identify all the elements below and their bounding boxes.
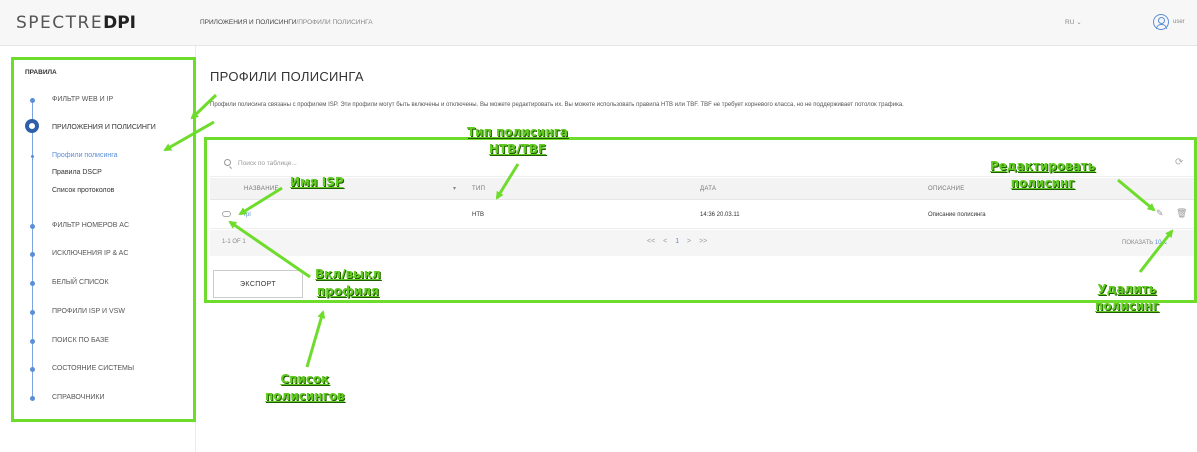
- breadcrumb: ПРИЛОЖЕНИЯ И ПОЛИСИНГИ/ПРОФИЛИ ПОЛИСИНГА: [200, 19, 373, 26]
- annotation-toggle-profile: Вкл/выкл профиля: [315, 267, 381, 298]
- top-bar: SPECTREDPI ПРИЛОЖЕНИЯ И ПОЛИСИНГИ/ПРОФИЛ…: [0, 0, 1197, 46]
- breadcrumb-apps-link[interactable]: ПРИЛОЖЕНИЯ И ПОЛИСИНГИ: [200, 19, 296, 26]
- app-logo[interactable]: SPECTREDPI: [16, 13, 136, 33]
- annotation-policing-list: Список полисингов: [265, 372, 345, 403]
- language-select[interactable]: RU ⌄: [1065, 18, 1082, 26]
- annotation-delete-policing: Удалить полисинг: [1095, 282, 1159, 313]
- annotation-isp-name: Имя ISP: [290, 175, 344, 189]
- annotation-edit-policing: Редактировать полисинг: [990, 159, 1096, 190]
- annotation-box-sidebar: [11, 57, 196, 422]
- page-description: Профили полисинга связаны с профилем ISP…: [210, 102, 904, 108]
- breadcrumb-current: ПРОФИЛИ ПОЛИСИНГА: [298, 19, 373, 26]
- arrow-to-list-box: [305, 310, 326, 368]
- annotation-policing-type: Тип полисинга HTB/TBF: [467, 125, 568, 156]
- logo-text: SPECTRE: [16, 13, 104, 33]
- user-icon[interactable]: [1153, 14, 1169, 30]
- page-title: ПРОФИЛИ ПОЛИСИНГА: [210, 69, 364, 84]
- user-name[interactable]: user: [1173, 19, 1185, 25]
- logo-bold-text: DPI: [103, 13, 136, 33]
